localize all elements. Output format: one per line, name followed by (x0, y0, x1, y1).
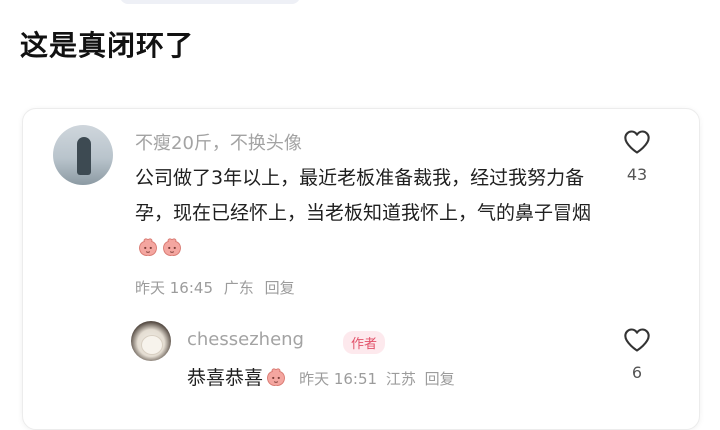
comment-like-button[interactable]: 43 (617, 129, 657, 184)
reply-like-count: 6 (631, 363, 643, 382)
comment-body: 公司做了3年以上，最近老板准备裁我，经过我努力备孕，现在已经怀上，当老板知道我怀… (135, 167, 592, 224)
comment-meta: 昨天 16:45 广东 回复 (135, 277, 301, 298)
search-bar-edge[interactable] (120, 0, 300, 4)
peach-emoji-icon (163, 238, 181, 256)
comment-text: 公司做了3年以上，最近老板准备裁我，经过我努力备孕，现在已经怀上，当老板知道我怀… (135, 161, 605, 266)
reply-time: 昨天 16:51 (299, 370, 378, 388)
reply-avatar[interactable] (131, 321, 171, 361)
comment-card: 不瘦20斤，不换头像 公司做了3年以上，最近老板准备裁我，经过我努力备孕，现在已… (22, 108, 700, 430)
heart-icon (624, 130, 650, 154)
reply-like-button[interactable]: 6 (617, 327, 657, 382)
heart-icon (624, 328, 650, 352)
avatar-face (141, 335, 163, 355)
comment-location: 广东 (223, 279, 254, 297)
peach-emoji-icon (267, 368, 285, 386)
reply-body: 恭喜恭喜 (187, 367, 264, 389)
reply-meta: 昨天 16:51 江苏 回复 (299, 370, 459, 388)
author-badge: 作者 (343, 331, 386, 354)
reply-location: 江苏 (385, 370, 416, 388)
post-title: 这是真闭环了 (20, 29, 195, 62)
reply-reply-button[interactable]: 回复 (425, 370, 455, 388)
reply-username[interactable]: chessezheng (187, 329, 304, 350)
peach-emoji-icon (139, 238, 157, 256)
comment-time: 昨天 16:45 (135, 279, 213, 297)
commenter-username[interactable]: 不瘦20斤，不换头像 (135, 129, 302, 155)
avatar-figure (77, 137, 91, 175)
comment-like-count: 43 (626, 165, 648, 184)
reply-content: 恭喜恭喜 昨天 16:51 江苏 回复 (187, 363, 459, 390)
commenter-avatar[interactable] (53, 125, 113, 185)
comment-reply-button[interactable]: 回复 (265, 279, 295, 297)
